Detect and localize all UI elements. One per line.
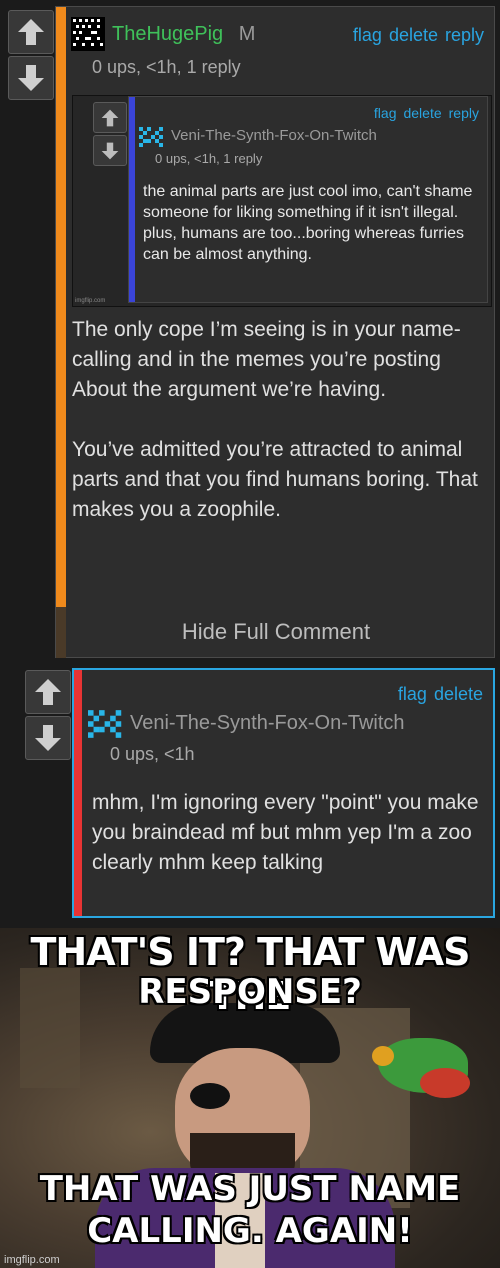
embedded-actions: flag delete reply — [367, 105, 479, 121]
comment-accent-bar — [74, 670, 82, 916]
username-link[interactable]: Veni-The-Synth-Fox-On-Twitch — [130, 712, 405, 735]
delete-link[interactable]: delete — [389, 25, 438, 45]
up-arrow-icon — [101, 109, 119, 126]
gender-badge: M — [238, 23, 256, 45]
comment-paragraph: You’ve admitted you’re attracted to anim… — [72, 438, 478, 521]
comment-paragraph: The only cope I’m seeing is in your name… — [72, 318, 461, 401]
comment-body: mhm, I'm ignoring every "point" you make… — [92, 791, 479, 874]
embedded-body: the animal parts are just cool imo, can'… — [143, 183, 473, 263]
flag-link: flag — [373, 105, 397, 121]
flag-link[interactable]: flag — [398, 684, 427, 704]
comment-actions: flag delete — [391, 684, 483, 705]
username-link[interactable]: TheHugePig — [112, 23, 223, 45]
embedded-meta: 0 ups, <1h, 1 reply — [155, 151, 263, 166]
delete-link[interactable]: delete — [434, 684, 483, 704]
comment-meta: 0 ups, <1h, 1 reply — [92, 57, 241, 77]
up-arrow-icon — [35, 679, 61, 705]
meme-middle-line: RESPONSE? — [138, 972, 362, 1012]
meme-watermark: imgflip.com — [4, 1254, 60, 1266]
eyepatch — [190, 1083, 230, 1109]
comment-actions: flag delete reply — [346, 25, 484, 46]
comment-header: TheHugePig M — [112, 23, 255, 46]
pixel-avatar-icon — [88, 710, 124, 738]
up-arrow-icon — [18, 19, 44, 45]
down-arrow-icon — [18, 65, 44, 91]
upvote-button[interactable] — [8, 10, 54, 54]
flag-link[interactable]: flag — [353, 25, 382, 45]
pixel-avatar-icon — [139, 127, 165, 147]
embedded-comment-box: flag delete reply Veni-The-Synth-Fox-On-Tw… — [128, 96, 488, 303]
down-arrow-icon — [35, 725, 61, 751]
embedded-username: Veni-The-Synth-Fox-On-Twitch — [171, 127, 377, 144]
meme-bottom-line: THAT WAS JUST NAME CALLING. AGAIN! — [39, 1169, 461, 1251]
hide-full-comment-link[interactable]: Hide Full Comment — [56, 619, 496, 645]
embedded-downvote-button — [93, 135, 127, 166]
comment-body: The only cope I’m seeing is in your name… — [72, 315, 490, 525]
embedded-upvote-button — [93, 102, 127, 133]
parrot-beak — [372, 1046, 394, 1066]
downvote-button[interactable] — [25, 716, 71, 760]
embedded-accent-bar — [129, 97, 135, 302]
embedded-watermark: imgflip.com — [75, 298, 106, 304]
delete-link: delete — [403, 105, 442, 121]
down-arrow-icon — [101, 142, 119, 159]
comment-meta: 0 ups, <1h — [110, 744, 195, 764]
downvote-button[interactable] — [8, 56, 54, 100]
comment-thehugepig: TheHugePig M flag delete reply 0 ups, <1h,… — [55, 6, 495, 658]
upvote-button[interactable] — [25, 670, 71, 714]
parrot-wing — [420, 1068, 470, 1098]
reply-link[interactable]: reply — [445, 25, 484, 45]
embedded-comment-image: flag delete reply Veni-The-Synth-Fox-On-Tw… — [72, 95, 492, 307]
meme-image: THAT'S IT? THAT WAS THE RESPONSE? THAT W… — [0, 928, 500, 1268]
comment-veni: flag delete Veni-The-Synth-Fox-On-Twitch … — [72, 668, 495, 918]
comment-accent-bar — [56, 7, 66, 607]
reply-link: reply — [448, 105, 479, 121]
pixel-avatar-icon — [71, 17, 105, 51]
